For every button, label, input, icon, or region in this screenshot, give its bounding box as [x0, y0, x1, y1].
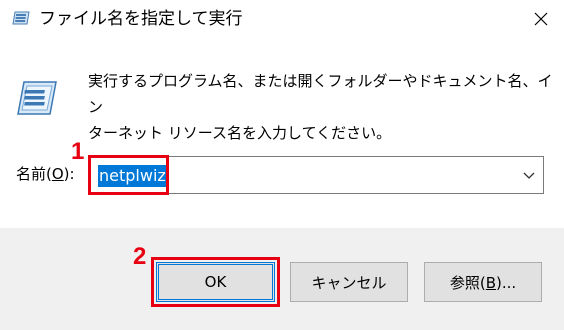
step-2-number: 2	[133, 243, 147, 270]
close-icon	[534, 12, 548, 26]
instruction-line-2: ターネット リソース名を入力してください。	[88, 124, 392, 142]
run-icon	[12, 11, 30, 25]
browse-button[interactable]: 参照(B)...	[424, 262, 542, 302]
browse-label: 参照(B)...	[449, 273, 517, 292]
cancel-button[interactable]: キャンセル	[290, 262, 408, 302]
window-title: ファイル名を指定して実行	[39, 9, 243, 29]
name-label: 名前(O):	[16, 165, 75, 183]
instruction-text: 実行するプログラム名、または開くフォルダーやドキュメント名、イン ターネット リ…	[88, 68, 558, 146]
run-command-input[interactable]	[89, 157, 518, 193]
instruction-line-1: 実行するプログラム名、または開くフォルダーやドキュメント名、イン	[88, 72, 553, 116]
focus-border	[158, 264, 273, 300]
run-command-combobox[interactable]: netplwiz	[88, 156, 544, 194]
run-dialog-icon	[17, 81, 57, 115]
chevron-down-icon[interactable]	[521, 167, 537, 183]
title-bar: ファイル名を指定して実行	[0, 0, 564, 38]
close-button[interactable]	[518, 0, 564, 38]
ok-button[interactable]: OK	[156, 262, 275, 302]
cancel-label: キャンセル	[311, 273, 387, 292]
step-1-number: 1	[71, 138, 85, 165]
